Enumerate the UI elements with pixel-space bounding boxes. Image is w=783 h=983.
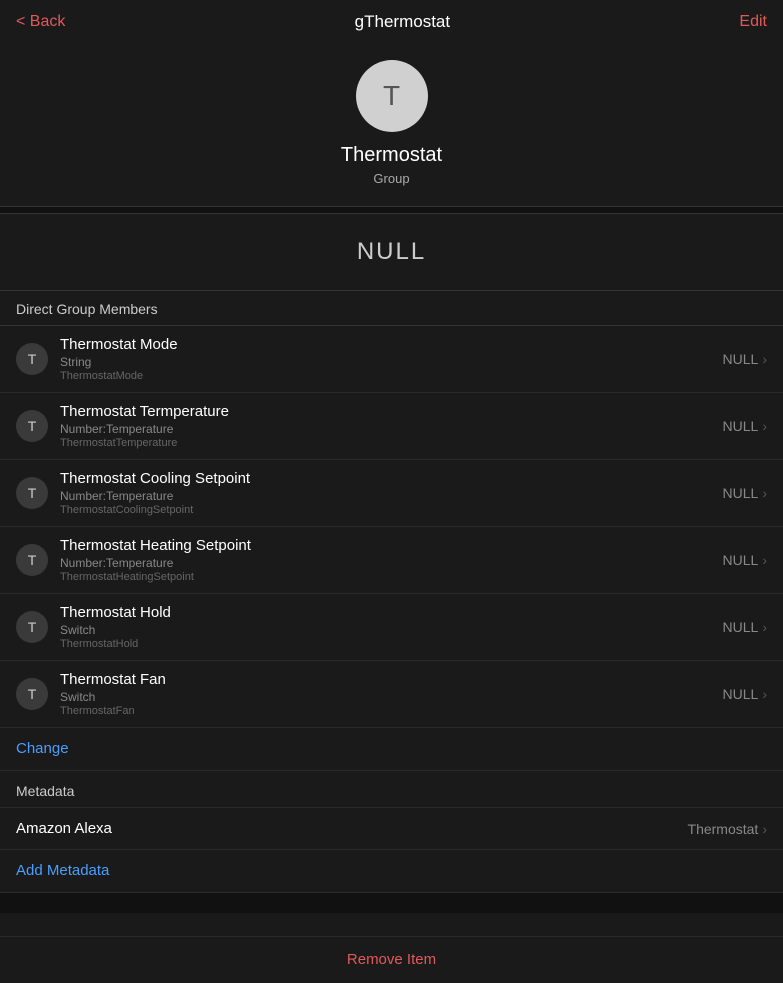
- item-type: Number:Temperature: [60, 556, 723, 570]
- avatar-name: Thermostat: [341, 144, 442, 167]
- item-type: Number:Temperature: [60, 489, 723, 503]
- item-icon-letter: T: [28, 686, 37, 702]
- metadata-header: Metadata: [0, 771, 783, 807]
- chevron-right-icon: ›: [762, 821, 767, 837]
- header: < Back gThermostat Edit: [0, 0, 783, 44]
- item-icon: T: [16, 410, 48, 442]
- group-members-list: T Thermostat Mode String ThermostatMode …: [0, 326, 783, 728]
- item-type: Number:Temperature: [60, 422, 723, 436]
- item-tag: ThermostatCoolingSetpoint: [60, 504, 723, 516]
- metadata-item[interactable]: Amazon Alexa Thermostat ›: [0, 807, 783, 850]
- chevron-right-icon: ›: [762, 552, 767, 568]
- remove-section: Remove Item: [0, 936, 783, 983]
- item-icon-letter: T: [28, 619, 37, 635]
- bottom-spacer: [0, 893, 783, 913]
- item-value: NULL: [723, 485, 759, 501]
- item-tag: ThermostatHold: [60, 638, 723, 650]
- list-item[interactable]: T Thermostat Heating Setpoint Number:Tem…: [0, 527, 783, 594]
- item-value: NULL: [723, 619, 759, 635]
- metadata-value-text: Thermostat: [688, 821, 759, 837]
- item-value: NULL: [723, 552, 759, 568]
- item-right: NULL ›: [723, 552, 767, 568]
- direct-group-members-header: Direct Group Members: [0, 291, 783, 326]
- item-content: Thermostat Cooling Setpoint Number:Tempe…: [60, 470, 723, 516]
- item-content: Thermostat Hold Switch ThermostatHold: [60, 604, 723, 650]
- chevron-right-icon: ›: [762, 686, 767, 702]
- item-content: Thermostat Mode String ThermostatMode: [60, 336, 723, 382]
- chevron-right-icon: ›: [762, 619, 767, 635]
- item-content: Thermostat Termperature Number:Temperatu…: [60, 403, 723, 449]
- header-title: gThermostat: [355, 12, 450, 32]
- item-name: Thermostat Fan: [60, 671, 723, 688]
- item-right: NULL ›: [723, 418, 767, 434]
- item-right: NULL ›: [723, 686, 767, 702]
- back-button[interactable]: < Back: [16, 13, 65, 31]
- item-tag: ThermostatHeatingSetpoint: [60, 571, 723, 583]
- item-right: NULL ›: [723, 619, 767, 635]
- item-tag: ThermostatFan: [60, 705, 723, 717]
- item-type: String: [60, 355, 723, 369]
- chevron-right-icon: ›: [762, 418, 767, 434]
- item-icon: T: [16, 611, 48, 643]
- change-button[interactable]: Change: [16, 740, 69, 757]
- item-type: Switch: [60, 690, 723, 704]
- section-header-text: Direct Group Members: [16, 301, 158, 317]
- item-name: Thermostat Termperature: [60, 403, 723, 420]
- add-metadata-button[interactable]: Add Metadata: [16, 862, 109, 879]
- change-section: Change: [0, 728, 783, 771]
- list-item[interactable]: T Thermostat Termperature Number:Tempera…: [0, 393, 783, 460]
- list-item[interactable]: T Thermostat Cooling Setpoint Number:Tem…: [0, 460, 783, 527]
- metadata-list: Amazon Alexa Thermostat ›: [0, 807, 783, 850]
- item-name: Thermostat Mode: [60, 336, 723, 353]
- remove-button[interactable]: Remove Item: [347, 951, 436, 968]
- metadata-value: Thermostat ›: [688, 821, 767, 837]
- item-icon: T: [16, 544, 48, 576]
- item-right: NULL ›: [723, 351, 767, 367]
- item-type: Switch: [60, 623, 723, 637]
- item-name: Thermostat Hold: [60, 604, 723, 621]
- item-icon-letter: T: [28, 418, 37, 434]
- chevron-right-icon: ›: [762, 485, 767, 501]
- item-tag: ThermostatMode: [60, 370, 723, 382]
- item-tag: ThermostatTemperature: [60, 437, 723, 449]
- add-metadata-section: Add Metadata: [0, 850, 783, 893]
- item-name: Thermostat Heating Setpoint: [60, 537, 723, 554]
- avatar-letter: T: [383, 80, 400, 112]
- list-item[interactable]: T Thermostat Hold Switch ThermostatHold …: [0, 594, 783, 661]
- item-value: NULL: [723, 351, 759, 367]
- chevron-right-icon: ›: [762, 351, 767, 367]
- avatar: T: [356, 60, 428, 132]
- avatar-subtitle: Group: [373, 171, 409, 186]
- item-name: Thermostat Cooling Setpoint: [60, 470, 723, 487]
- item-value: NULL: [723, 418, 759, 434]
- section-divider: [0, 206, 783, 214]
- list-item[interactable]: T Thermostat Fan Switch ThermostatFan NU…: [0, 661, 783, 728]
- null-value: NULL: [16, 238, 767, 266]
- item-content: Thermostat Heating Setpoint Number:Tempe…: [60, 537, 723, 583]
- item-icon: T: [16, 477, 48, 509]
- item-icon-letter: T: [28, 552, 37, 568]
- metadata-label: Amazon Alexa: [16, 820, 112, 837]
- avatar-section: T Thermostat Group: [0, 44, 783, 206]
- list-item[interactable]: T Thermostat Mode String ThermostatMode …: [0, 326, 783, 393]
- item-right: NULL ›: [723, 485, 767, 501]
- item-value: NULL: [723, 686, 759, 702]
- null-section: NULL: [0, 214, 783, 291]
- item-icon: T: [16, 343, 48, 375]
- item-icon-letter: T: [28, 485, 37, 501]
- item-icon: T: [16, 678, 48, 710]
- edit-button[interactable]: Edit: [739, 13, 767, 31]
- item-icon-letter: T: [28, 351, 37, 367]
- metadata-header-text: Metadata: [16, 783, 74, 799]
- item-content: Thermostat Fan Switch ThermostatFan: [60, 671, 723, 717]
